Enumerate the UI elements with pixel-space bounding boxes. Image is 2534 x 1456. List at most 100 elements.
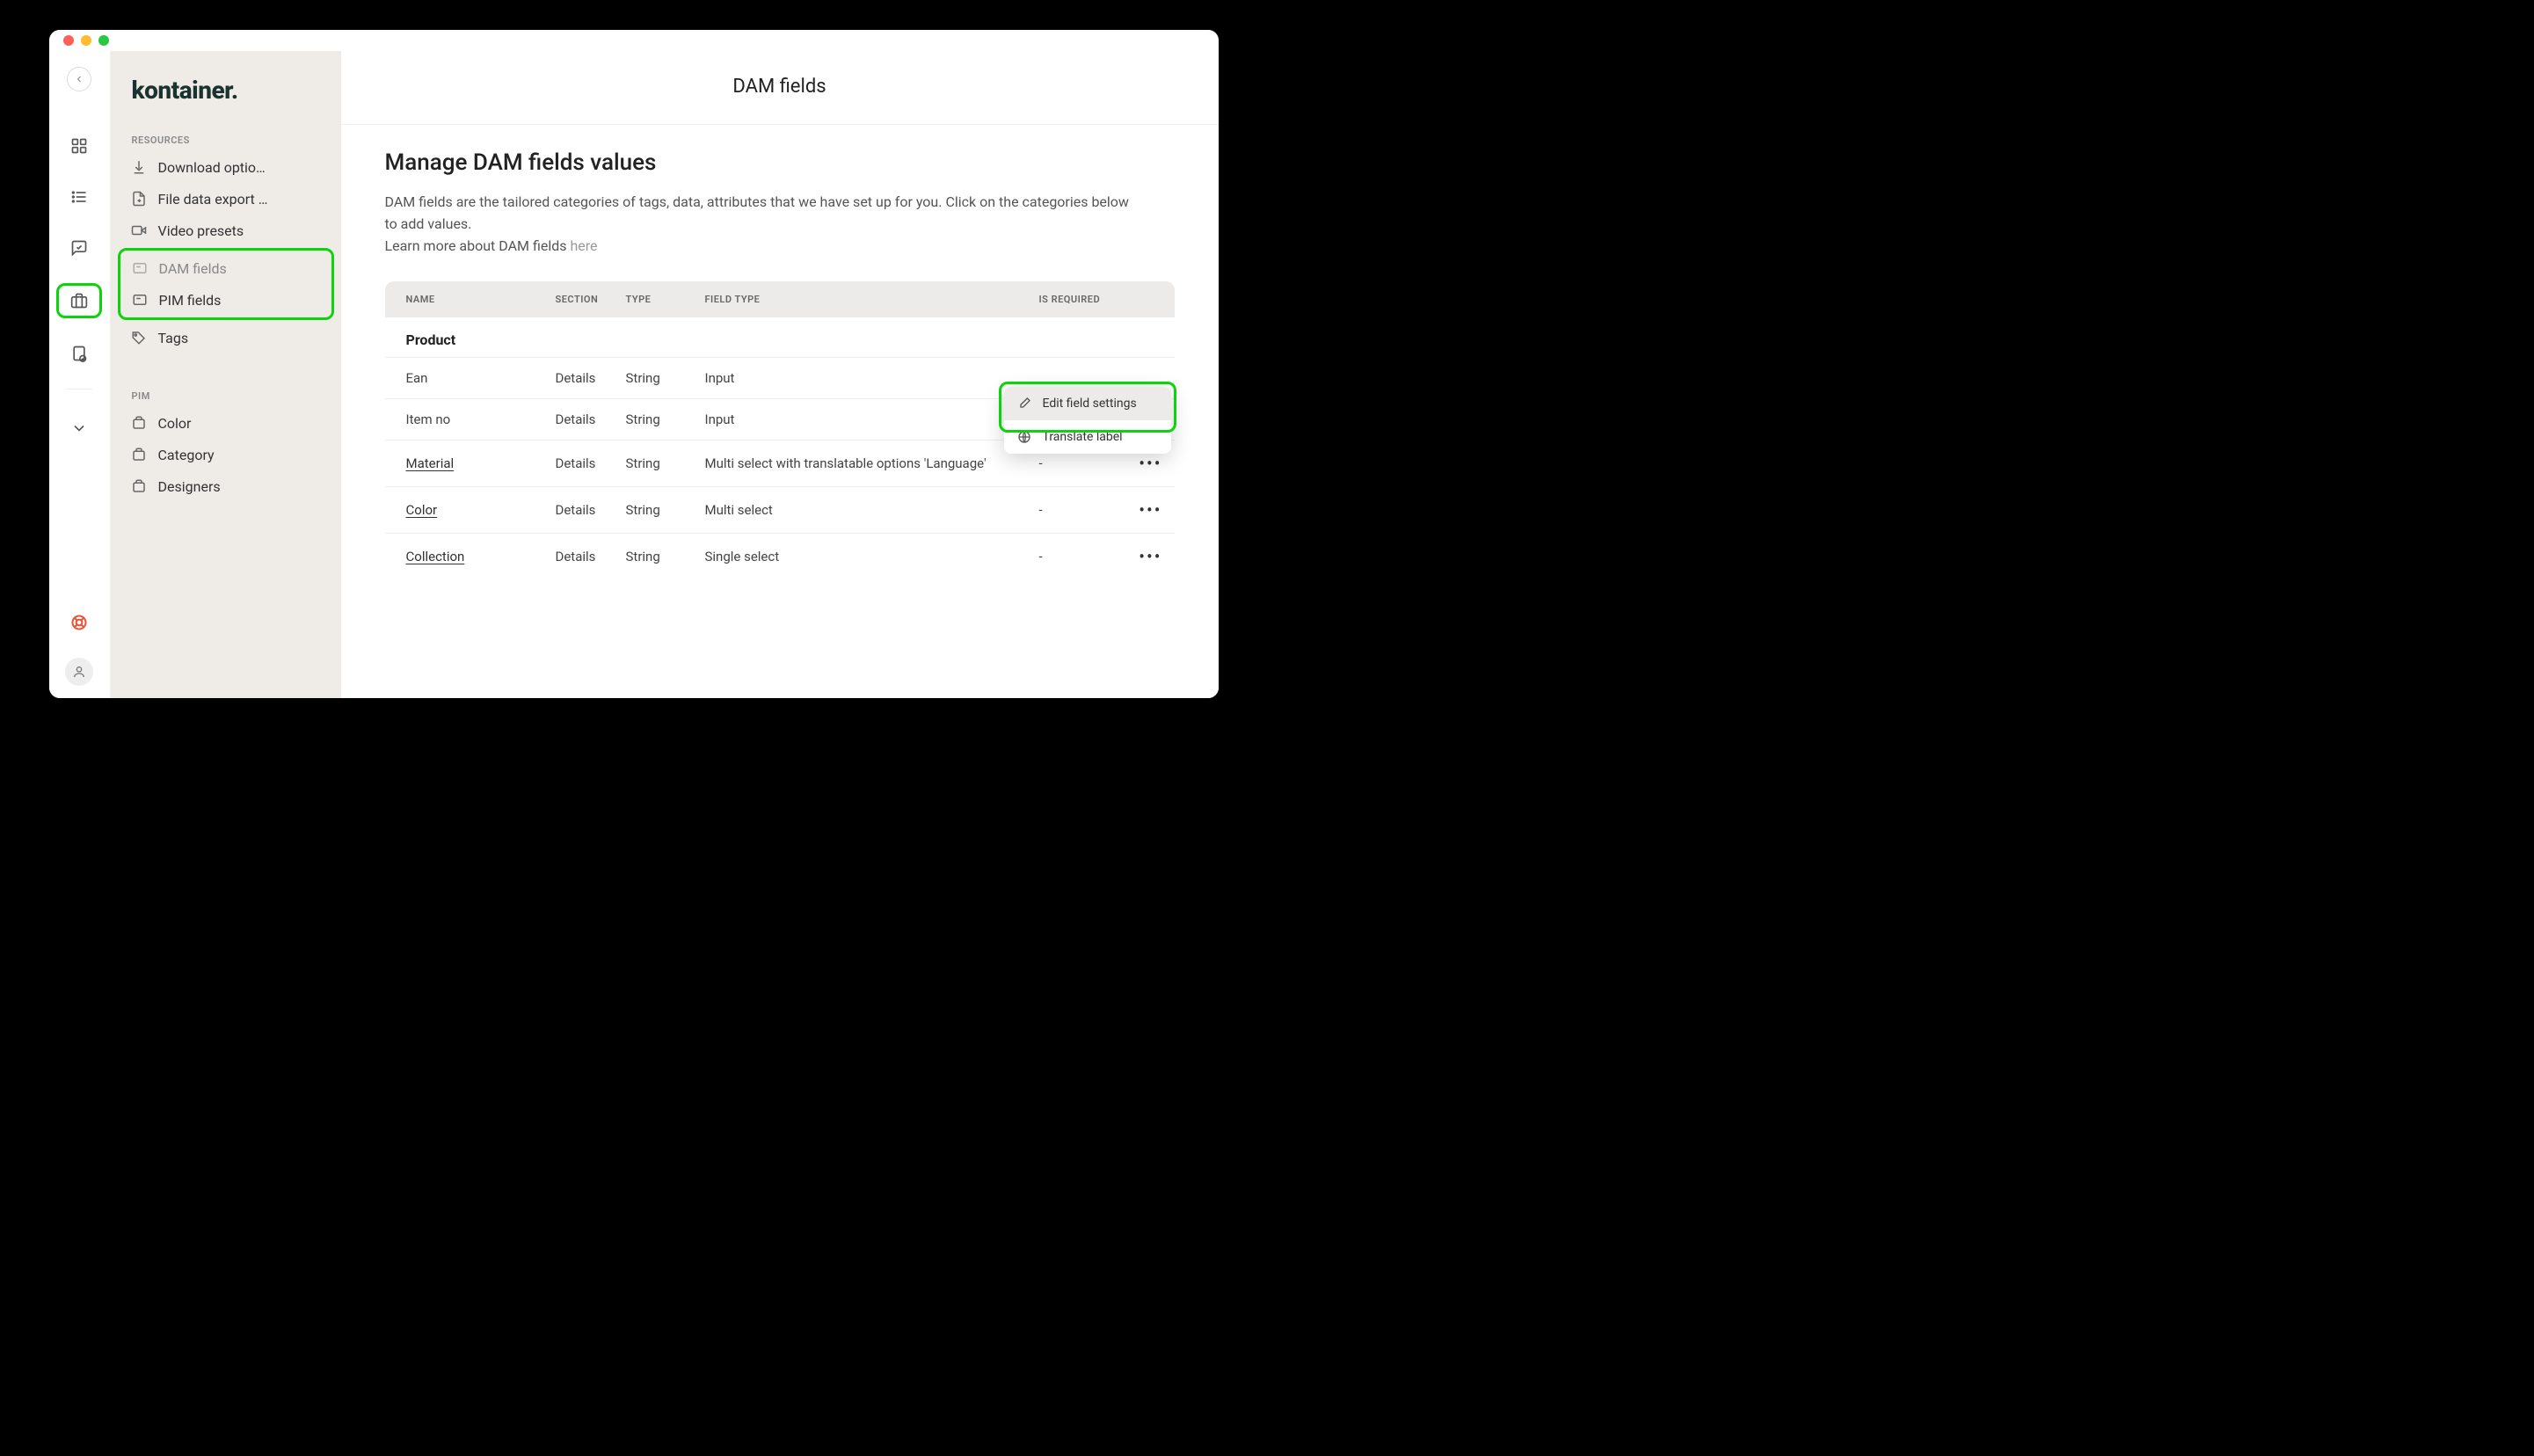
- sidebar-section-pim: PIM: [120, 380, 332, 407]
- chat-check-icon: [70, 239, 88, 257]
- col-is-required: IS REQUIRED: [1039, 294, 1110, 305]
- learn-more-link[interactable]: here: [570, 237, 597, 254]
- content-area: Manage DAM fields values DAM fields are …: [341, 125, 1219, 604]
- sidebar-item-label: Designers: [158, 478, 221, 495]
- life-ring-icon: [70, 614, 88, 631]
- cell-type: String: [626, 502, 705, 518]
- nav-dashboard[interactable]: [63, 130, 95, 162]
- file-export-icon: [130, 190, 148, 207]
- cell-name: Collection: [406, 549, 556, 564]
- cell-required: -: [1039, 549, 1110, 564]
- nav-help[interactable]: [63, 607, 95, 638]
- table-row[interactable]: Color Details String Multi select - •••: [385, 486, 1175, 533]
- sidebar-item-label: DAM fields: [159, 260, 227, 277]
- content-body-text: DAM fields are the tailored categories o…: [385, 193, 1129, 232]
- sidebar-item-category[interactable]: Category: [120, 439, 332, 470]
- package-icon: [130, 414, 148, 432]
- cell-field-type: Input: [705, 370, 1039, 386]
- cell-name: Ean: [406, 370, 556, 386]
- sidebar-item-label: Color: [158, 415, 192, 432]
- cell-section: Details: [556, 455, 626, 471]
- sidebar-item-label: Video presets: [158, 222, 244, 239]
- sidebar-item-label: Category: [158, 447, 215, 463]
- sidebar-item-label: File data export …: [158, 191, 268, 207]
- sidebar-item-dam-fields[interactable]: DAM fields: [120, 252, 331, 284]
- col-section: SECTION: [556, 294, 626, 305]
- cell-field-type: Single select: [705, 549, 1039, 564]
- cell-type: String: [626, 370, 705, 386]
- cell-type: String: [626, 411, 705, 427]
- cell-required: -: [1039, 455, 1110, 471]
- nav-expand[interactable]: [63, 409, 95, 440]
- popover-translate-label[interactable]: Translate label: [1004, 420, 1171, 454]
- col-type: TYPE: [626, 294, 705, 305]
- cell-section: Details: [556, 502, 626, 518]
- form-icon: [131, 291, 149, 309]
- row-actions-button[interactable]: •••: [1110, 499, 1162, 521]
- package-icon: [130, 446, 148, 463]
- sidebar-item-label: Download optio…: [158, 159, 266, 176]
- sidebar: kontainer. RESOURCES Download optio… Fil…: [111, 51, 341, 698]
- learn-more-prefix: Learn more about DAM fields: [385, 237, 571, 254]
- sidebar-item-video-presets[interactable]: Video presets: [120, 215, 332, 246]
- cell-name: Material: [406, 455, 556, 471]
- nav-list[interactable]: [63, 181, 95, 213]
- row-actions-button[interactable]: •••: [1110, 546, 1162, 567]
- briefcase-icon: [70, 292, 88, 309]
- sidebar-item-designers[interactable]: Designers: [120, 470, 332, 502]
- globe-icon: [1016, 429, 1032, 445]
- package-icon: [130, 477, 148, 495]
- app-logo: kontainer.: [120, 69, 332, 124]
- table-row[interactable]: Collection Details String Single select …: [385, 533, 1175, 579]
- sidebar-item-label: Tags: [158, 330, 189, 346]
- sidebar-section-resources: RESOURCES: [120, 124, 332, 151]
- cell-section: Details: [556, 370, 626, 386]
- row-actions-popover: Edit field settings Translate label: [1004, 387, 1171, 454]
- table-header-row: NAME SECTION TYPE FIELD TYPE IS REQUIRED: [385, 281, 1175, 317]
- back-button[interactable]: [67, 67, 91, 91]
- chevron-left-icon: [74, 74, 84, 84]
- sidebar-item-file-data-export[interactable]: File data export …: [120, 183, 332, 215]
- content-description: DAM fields are the tailored categories o…: [385, 192, 1141, 257]
- cell-name: Color: [406, 502, 556, 518]
- chevron-down-icon: [70, 419, 88, 437]
- user-avatar[interactable]: [65, 658, 93, 686]
- sidebar-item-color[interactable]: Color: [120, 407, 332, 439]
- cell-type: String: [626, 455, 705, 471]
- page-title: DAM fields: [341, 51, 1219, 125]
- row-actions-button[interactable]: •••: [1110, 453, 1162, 474]
- sidebar-item-pim-fields[interactable]: PIM fields: [120, 284, 331, 316]
- cell-field-type: Input: [705, 411, 1039, 427]
- cell-field-type: Multi select with translatable options '…: [705, 455, 1039, 471]
- nav-toolbox-active[interactable]: [56, 283, 102, 318]
- pen-icon: [1016, 396, 1032, 411]
- cell-name: Item no: [406, 411, 556, 427]
- content-heading: Manage DAM fields values: [385, 149, 1175, 176]
- window-titlebar: [49, 30, 1219, 51]
- nav-approvals[interactable]: [63, 232, 95, 264]
- list-icon: [70, 188, 88, 206]
- window-minimize-button[interactable]: [81, 35, 91, 46]
- form-icon: [131, 259, 149, 277]
- video-icon: [130, 222, 148, 239]
- cell-section: Details: [556, 549, 626, 564]
- col-field-type: FIELD TYPE: [705, 294, 1039, 305]
- popover-edit-field-settings[interactable]: Edit field settings: [1004, 387, 1171, 420]
- user-icon: [72, 665, 86, 679]
- window-maximize-button[interactable]: [98, 35, 109, 46]
- sidebar-item-label: PIM fields: [159, 292, 222, 309]
- popover-item-label: Translate label: [1043, 430, 1123, 445]
- sidebar-highlight-group: DAM fields PIM fields: [118, 248, 334, 320]
- cell-field-type: Multi select: [705, 502, 1039, 518]
- cell-type: String: [626, 549, 705, 564]
- sidebar-item-tags[interactable]: Tags: [120, 322, 332, 353]
- nav-rail: [49, 51, 111, 698]
- sidebar-item-download-options[interactable]: Download optio…: [120, 151, 332, 183]
- nav-reports[interactable]: [63, 338, 95, 369]
- grid-icon: [70, 137, 88, 155]
- table-group-header: Product: [385, 317, 1175, 357]
- main-panel: DAM fields Manage DAM fields values DAM …: [341, 51, 1219, 698]
- cell-required: -: [1039, 502, 1110, 518]
- app-window: kontainer. RESOURCES Download optio… Fil…: [49, 30, 1219, 698]
- window-close-button[interactable]: [63, 35, 74, 46]
